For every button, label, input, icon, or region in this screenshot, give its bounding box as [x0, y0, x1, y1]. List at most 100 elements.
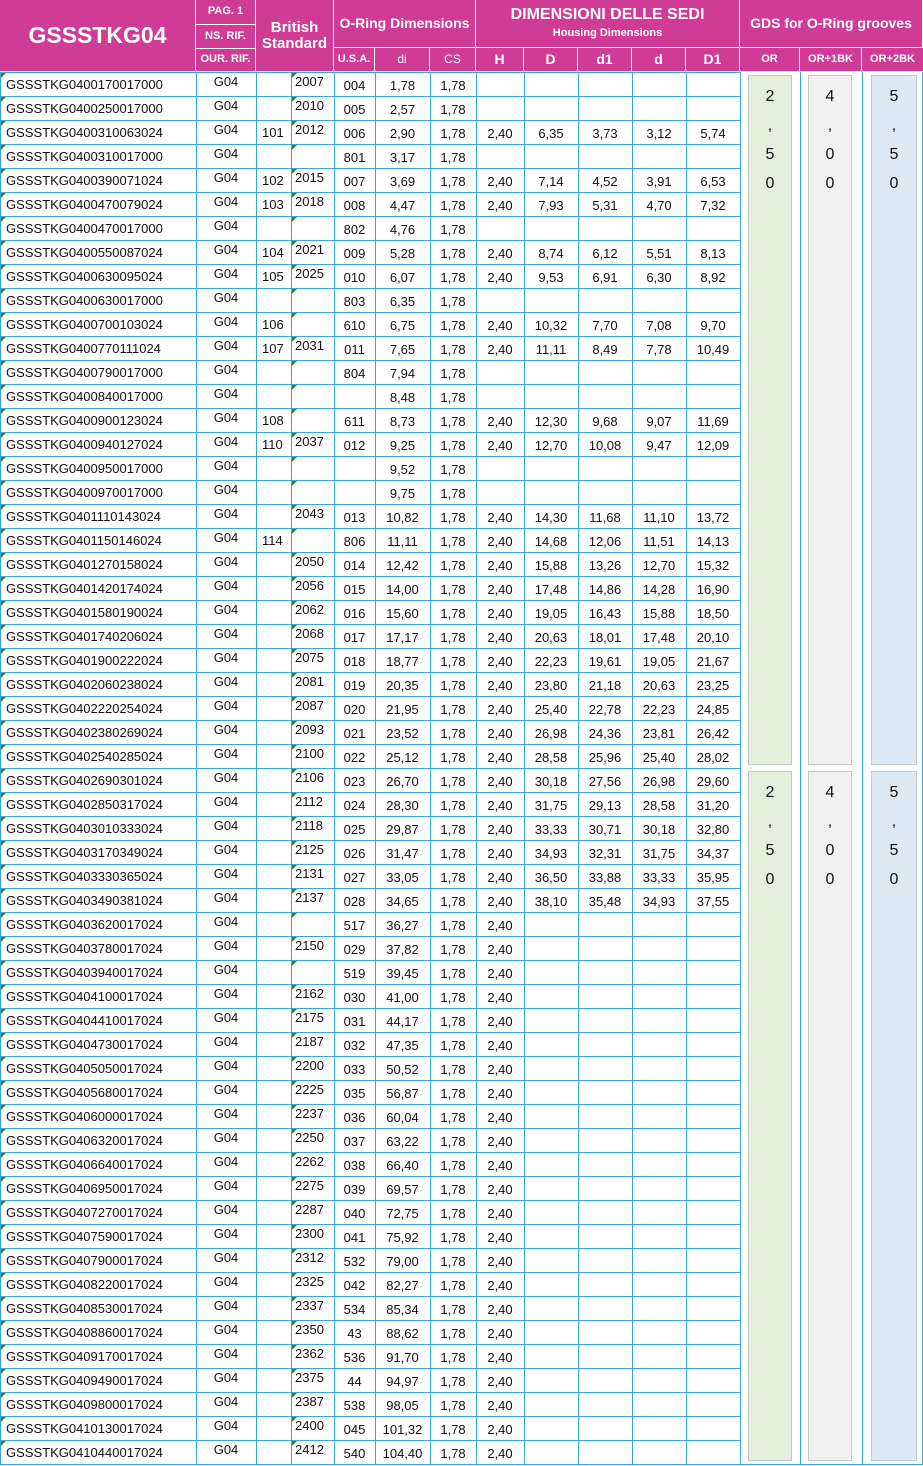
cs-header: CS — [430, 48, 476, 72]
cell-cs: 1,78 — [440, 702, 466, 717]
cell-D — [524, 1226, 578, 1250]
cell-british: 2081 — [295, 674, 324, 689]
cell-marker — [292, 457, 297, 462]
cell-cs: 1,78 — [440, 774, 466, 789]
cell-british: 2312 — [295, 1250, 324, 1265]
cell-d1 — [578, 1058, 632, 1082]
cell-D — [524, 1274, 578, 1298]
cell-marker — [1, 577, 6, 582]
cell-g04: G04 — [213, 410, 239, 425]
cell-h: 2,40 — [487, 414, 513, 429]
cell-code: GSSSTKG0408220017024 — [6, 1277, 163, 1292]
cell-g04: G04 — [213, 314, 239, 329]
cell-D1: 8,92 — [700, 270, 726, 285]
cell-marker — [292, 1057, 297, 1062]
cell-marker — [1, 409, 6, 414]
or-header: OR — [740, 48, 800, 72]
cell-code: GSSSTKG0400790017000 — [6, 365, 163, 380]
cell-D1: 13,72 — [696, 510, 730, 525]
cell-d — [632, 146, 686, 170]
cell-D1 — [686, 962, 740, 986]
cell-d1: 11,68 — [589, 510, 621, 525]
cell-d1: 6,91 — [592, 270, 618, 285]
cell-d — [632, 74, 686, 98]
cell-marker — [1, 1105, 6, 1110]
cell-marker — [1, 1177, 6, 1182]
cell-d — [632, 914, 686, 938]
cell-marker — [1, 457, 6, 462]
cell-d — [632, 1154, 686, 1178]
usa-header: U.S.A. — [334, 48, 375, 72]
cell-marker — [1, 937, 6, 942]
cell-cs: 1,78 — [440, 318, 466, 333]
cell-ns-rif: 107 — [262, 341, 284, 356]
cell-marker — [1, 313, 6, 318]
cell-D — [524, 1394, 578, 1418]
cell-d — [632, 1418, 686, 1442]
cell-d: 23,81 — [642, 726, 676, 741]
cell-cs: 1,78 — [440, 222, 466, 237]
cell-marker — [1, 841, 6, 846]
cell-di: 91,70 — [386, 1350, 419, 1365]
cell-marker — [1, 721, 6, 726]
cell-d1 — [578, 218, 632, 242]
gds-or1bk-char: 0 — [825, 175, 835, 192]
cell-d1: 25,96 — [588, 750, 622, 765]
cell-british: 2275 — [295, 1178, 324, 1193]
cell-marker — [1, 1057, 6, 1062]
cell-D: 26,98 — [534, 726, 568, 741]
cell-code: GSSSTKG0400770111024 — [6, 341, 161, 356]
cell-british: 2387 — [295, 1394, 324, 1409]
cell-h: 2,40 — [487, 582, 513, 597]
cell-d: 9,47 — [646, 438, 672, 453]
cell-di: 8,73 — [389, 414, 416, 429]
cell-code: GSSSTKG0406950017024 — [6, 1181, 163, 1196]
cell-code: GSSSTKG0401900222024 — [6, 653, 163, 668]
or2bk-header: OR+2BK — [862, 48, 923, 72]
cell-d: 20,63 — [642, 678, 676, 693]
cell-d — [632, 1178, 686, 1202]
cell-g04: G04 — [213, 266, 239, 281]
cell-marker — [292, 1009, 297, 1014]
cell-h: 2,40 — [487, 558, 513, 573]
cell-usa — [334, 386, 375, 410]
cell-usa: 022 — [343, 750, 366, 765]
cell-code: GSSSTKG0402060238024 — [6, 677, 163, 692]
cell-d: 31,75 — [642, 846, 676, 861]
cell-h: 2,40 — [487, 318, 513, 333]
cell-code: GSSSTKG0400170017000 — [6, 77, 163, 92]
cell-code: GSSSTKG0400840017000 — [6, 389, 163, 404]
cell-d1 — [578, 1250, 632, 1274]
cell-marker — [292, 1273, 297, 1278]
cell-british: 2412 — [295, 1442, 324, 1457]
cell-cs: 1,78 — [440, 1062, 466, 1077]
cell-d: 4,70 — [646, 198, 672, 213]
cell-di: 17,17 — [386, 630, 419, 645]
housing-subtitle: Housing Dimensions — [552, 27, 663, 40]
cell-di: 33,05 — [386, 870, 419, 885]
cell-code: GSSSTKG0406320017024 — [6, 1133, 163, 1148]
cell-d1: 9,68 — [592, 414, 618, 429]
cell-D1: 34,37 — [696, 846, 730, 861]
or1bk-header: OR+1BK — [800, 48, 862, 72]
cell-h: 2,40 — [487, 1278, 513, 1293]
gds-or-char: 5 — [765, 146, 775, 163]
cell-di: 88,62 — [386, 1326, 419, 1341]
gds-or1bk-box: 4,00 — [808, 75, 852, 765]
cell-d1 — [578, 1322, 632, 1346]
cell-D: 9,53 — [538, 270, 564, 285]
cell-d — [632, 1442, 686, 1466]
cell-ns-rif: 110 — [262, 437, 283, 452]
cell-marker — [292, 577, 297, 582]
cell-d1 — [578, 98, 632, 122]
cell-usa: 016 — [343, 606, 366, 621]
cell-usa: 018 — [343, 654, 366, 669]
cell-marker — [292, 865, 297, 870]
cell-D1: 23,25 — [696, 678, 730, 693]
cell-h: 2,40 — [487, 606, 513, 621]
cell-D: 20,63 — [534, 630, 568, 645]
cell-h: 2,40 — [487, 870, 513, 885]
cell-usa: 011 — [344, 342, 365, 357]
cell-d1 — [578, 386, 632, 410]
cell-marker — [292, 1033, 297, 1038]
